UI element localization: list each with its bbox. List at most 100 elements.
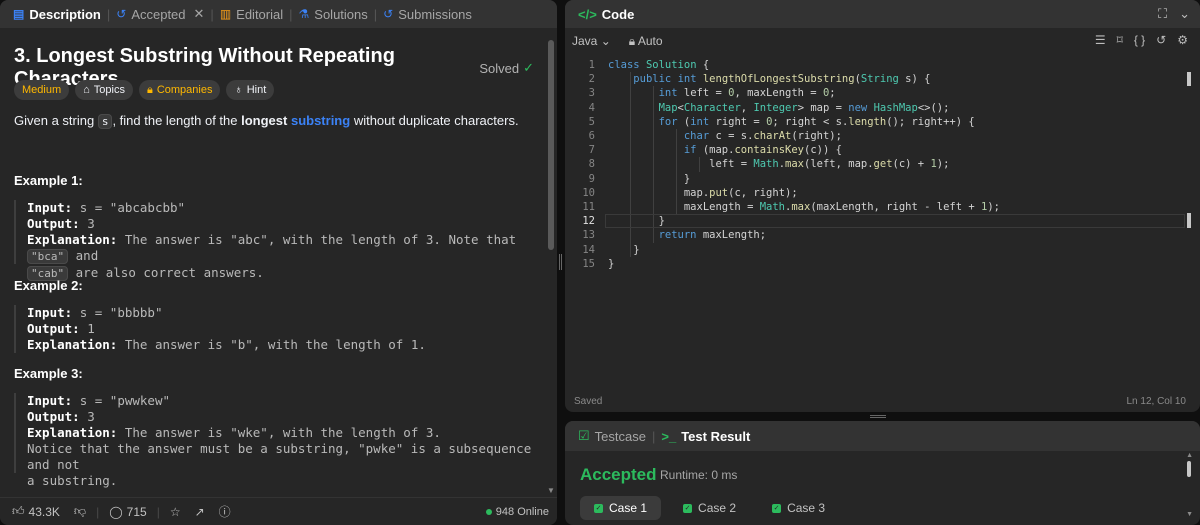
comments-button[interactable]: ◯ 715 xyxy=(105,505,150,519)
footer-divider: | xyxy=(156,504,160,519)
line-number: 4 xyxy=(588,101,595,114)
code-line[interactable]: char c = s.charAt(right); xyxy=(608,129,842,143)
code-panel: </> Code ⛶ ⌄ Java ⌄ 🔒︎ Auto ☰ ⌑ { } ↺ ⚙ … xyxy=(565,0,1200,412)
code-line[interactable]: for (int right = 0; right < s.length(); … xyxy=(608,115,975,129)
example-heading: Example 1: xyxy=(14,173,83,188)
code-line[interactable]: } xyxy=(608,172,690,186)
result-panel: ☑ Testcase | >_ Test Result Accepted Run… xyxy=(565,421,1200,525)
scroll-down-arrow-icon[interactable]: ▼ xyxy=(1186,511,1193,518)
description-icon: ▤ xyxy=(13,7,25,21)
tab-description[interactable]: ▤ Description xyxy=(8,0,106,28)
tab-code[interactable]: </> Code xyxy=(573,0,639,28)
tag-icon: ⌂ xyxy=(83,84,90,96)
line-number: 15 xyxy=(582,257,595,270)
example-block: Input: s = "abcabcbb" Output: 3 Explanat… xyxy=(14,200,534,281)
thumbs-up-icon: 👍︎ xyxy=(12,504,25,518)
description-scrollbar[interactable] xyxy=(548,40,554,250)
runtime: Runtime: 0 ms xyxy=(660,468,738,482)
format-icon[interactable]: ☰ xyxy=(1095,33,1106,47)
topics-button[interactable]: ⌂ Topics xyxy=(75,80,133,100)
editor-scrollbar-marker[interactable] xyxy=(1187,213,1191,228)
tab-editorial[interactable]: ▥ Editorial xyxy=(215,0,288,28)
share-button[interactable]: ↗ xyxy=(191,505,209,519)
tab-testcase[interactable]: ☑ Testcase xyxy=(573,422,651,450)
auto-mode[interactable]: 🔒︎ Auto xyxy=(629,34,663,49)
case-tabs: ✓ Case 1 ✓ Case 2 ✓ Case 3 xyxy=(580,496,839,520)
code-line[interactable]: return maxLength; xyxy=(608,228,766,242)
bookmark-icon[interactable]: ⌑ xyxy=(1117,33,1123,47)
solved-badge: Solved ✓ xyxy=(479,60,534,76)
help-button[interactable]: ⓘ xyxy=(215,503,235,520)
code-line[interactable]: int left = 0, maxLength = 0; xyxy=(608,86,836,100)
case-tab-3[interactable]: ✓ Case 3 xyxy=(758,496,839,520)
code-header-actions: ⛶ ⌄ xyxy=(1158,6,1190,22)
code-line[interactable]: } xyxy=(608,257,614,271)
check-icon: ✓ xyxy=(594,503,603,513)
check-icon: ✓ xyxy=(683,503,693,513)
close-icon[interactable]: ✕ xyxy=(194,6,205,22)
code-line[interactable]: public int lengthOfLongestSubstring(Stri… xyxy=(608,72,930,86)
lock-icon: 🔒︎ xyxy=(146,83,153,96)
editor-toolbar: Java ⌄ 🔒︎ Auto ☰ ⌑ { } ↺ ⚙ xyxy=(565,28,1200,54)
line-number: 14 xyxy=(582,243,595,256)
braces-icon[interactable]: { } xyxy=(1134,33,1145,47)
reset-icon[interactable]: ↺ xyxy=(1156,33,1166,47)
dislike-button[interactable]: 👎︎ xyxy=(70,504,90,519)
settings-icon[interactable]: ⚙ xyxy=(1177,33,1188,47)
book-icon: ▥ xyxy=(219,7,232,21)
chevron-down-icon[interactable]: ⌄ xyxy=(1179,6,1190,22)
flask-icon: ⚗ xyxy=(298,7,310,21)
code-line[interactable]: maxLength = Math.max(maxLength, right - … xyxy=(608,200,1000,214)
code-line[interactable]: } xyxy=(608,214,665,228)
code-editor[interactable]: 1 class Solution {2 public int lengthOfLo… xyxy=(565,56,1190,386)
vertical-resize-handle[interactable] xyxy=(559,254,562,270)
tab-submissions[interactable]: ↺ Submissions xyxy=(378,0,477,28)
line-number: 13 xyxy=(582,229,595,242)
line-number: 1 xyxy=(588,59,595,71)
description-panel: ▤ Description | ↺ Accepted ✕ | ▥ Editori… xyxy=(0,0,557,525)
maximize-icon[interactable]: ⛶ xyxy=(1158,6,1167,22)
code-line[interactable]: class Solution { xyxy=(608,58,709,72)
case-tab-1[interactable]: ✓ Case 1 xyxy=(580,496,662,520)
tab-test-result[interactable]: >_ Test Result xyxy=(656,422,755,450)
line-number: 5 xyxy=(588,115,595,128)
history-icon: ↺ xyxy=(116,7,127,21)
scroll-down-arrow-icon[interactable]: ▼ xyxy=(547,486,555,495)
language-select[interactable]: Java ⌄ xyxy=(572,34,611,48)
code-line[interactable]: left = Math.max(left, map.get(c) + 1); xyxy=(608,157,949,171)
current-line-highlight xyxy=(605,214,1185,229)
cursor-position: Ln 12, Col 10 xyxy=(1126,396,1187,407)
history-icon: ↺ xyxy=(383,7,394,21)
hint-button[interactable]: ♁ Hint xyxy=(226,80,275,100)
line-number: 7 xyxy=(588,144,595,157)
code-line[interactable]: map.put(c, right); xyxy=(608,186,798,200)
check-icon: ✓ xyxy=(772,503,782,513)
like-button[interactable]: 👍︎ 43.3K xyxy=(8,504,64,519)
editor-scrollbar[interactable] xyxy=(1187,72,1191,86)
result-scrollbar[interactable] xyxy=(1187,461,1191,477)
difficulty-badge: Medium xyxy=(14,80,70,100)
scroll-up-arrow-icon[interactable]: ▲ xyxy=(1186,452,1193,459)
example-heading: Example 2: xyxy=(14,278,83,293)
lightbulb-icon: ♁ xyxy=(234,84,243,96)
result-tab-bar: ☑ Testcase | >_ Test Result xyxy=(565,421,1200,451)
code-line[interactable]: if (map.containsKey(c)) { xyxy=(608,143,842,157)
thumbs-down-icon: 👎︎ xyxy=(73,504,87,518)
companies-button[interactable]: 🔒︎ Companies xyxy=(138,80,221,100)
horizontal-resize-handle[interactable] xyxy=(870,415,886,418)
line-number: 12 xyxy=(582,215,595,228)
line-number: 9 xyxy=(588,172,595,185)
favorite-button[interactable]: ☆ xyxy=(166,505,185,519)
case-tab-2[interactable]: ✓ Case 2 xyxy=(669,496,750,520)
comment-icon: ◯ xyxy=(109,504,123,519)
tab-solutions[interactable]: ⚗ Solutions xyxy=(294,0,373,28)
example-block: Input: s = "bbbbb" Output: 1 Explanation… xyxy=(14,305,534,353)
substring-link[interactable]: substring xyxy=(291,113,350,128)
verdict: Accepted xyxy=(580,465,657,484)
tab-accepted[interactable]: ↺ Accepted ✕ xyxy=(111,0,209,28)
code-line[interactable]: } xyxy=(608,243,639,257)
online-count: 948 Online xyxy=(485,506,549,518)
question-icon: ⓘ xyxy=(218,505,231,519)
share-icon: ↗ xyxy=(194,504,205,519)
code-line[interactable]: Map<Character, Integer> map = new HashMa… xyxy=(608,101,950,115)
